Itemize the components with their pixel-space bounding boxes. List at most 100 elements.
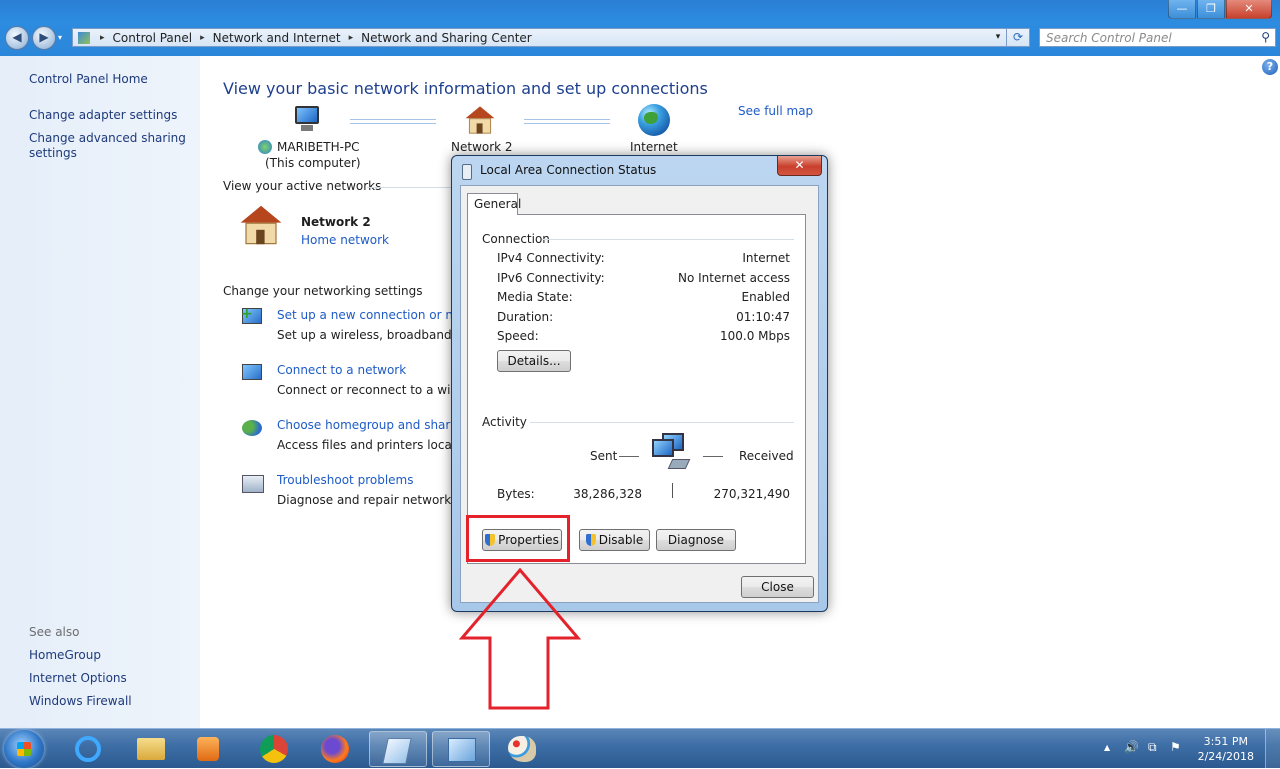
- homegroup-link[interactable]: HomeGroup: [29, 648, 101, 663]
- close-button[interactable]: Close: [741, 576, 814, 598]
- tab-general[interactable]: General: [467, 193, 521, 215]
- internet-options-link[interactable]: Internet Options: [29, 671, 127, 686]
- general-tab-panel: Connection IPv4 Connectivity: Internet I…: [467, 214, 806, 564]
- breadcrumb-separator[interactable]: ▸: [345, 33, 358, 43]
- internet-map-label: Internet: [630, 140, 678, 154]
- homegroup-sharing-link[interactable]: Choose homegroup and sharing: [277, 418, 469, 432]
- ipv6-label: IPv6 Connectivity:: [497, 271, 605, 285]
- close-window-button[interactable]: ✕: [1226, 0, 1272, 19]
- dialog-close-icon[interactable]: ✕: [777, 156, 822, 176]
- ipv4-label: IPv4 Connectivity:: [497, 251, 605, 265]
- speed-label: Speed:: [497, 329, 539, 343]
- ipv6-value: No Internet access: [677, 271, 790, 285]
- computer-name: MARIBETH-PC: [277, 140, 360, 154]
- change-settings-heading: Change your networking settings: [223, 284, 423, 298]
- disable-button[interactable]: Disable: [579, 529, 650, 551]
- ipv4-value: Internet: [742, 251, 790, 265]
- see-full-map-link[interactable]: See full map: [738, 104, 813, 118]
- network-tray-icon[interactable]: ⧉: [1148, 740, 1157, 755]
- media-state-value: Enabled: [741, 290, 791, 304]
- show-hidden-icons-icon[interactable]: ▲: [1104, 743, 1110, 752]
- system-tray: ▲ 🔊 ⧉ ⚑ 3:51 PM 2/24/2018: [1098, 729, 1280, 769]
- address-bar[interactable]: ▸ Control Panel ▸ Network and Internet ▸…: [72, 28, 1030, 47]
- connect-to-network-link[interactable]: Connect to a network: [277, 363, 406, 377]
- breadcrumb-network-and-sharing-center[interactable]: Network and Sharing Center: [357, 31, 536, 45]
- troubleshoot-desc: Diagnose and repair network prol: [277, 493, 478, 507]
- taskbar-file-explorer[interactable]: [122, 731, 180, 767]
- troubleshoot-icon: [242, 475, 264, 493]
- recent-pages-chevron-icon[interactable]: ▾: [58, 33, 62, 42]
- start-button[interactable]: [4, 730, 44, 768]
- volume-icon[interactable]: 🔊: [1124, 740, 1139, 754]
- search-input[interactable]: Search Control Panel ⚲: [1039, 28, 1276, 47]
- homegroup-icon: [242, 420, 262, 436]
- duration-label: Duration:: [497, 310, 554, 324]
- windows-logo-icon: [17, 742, 31, 756]
- active-networks-heading: View your active networks: [223, 179, 382, 193]
- maximize-button[interactable]: ❐: [1197, 0, 1225, 19]
- uac-shield-icon: [585, 534, 596, 546]
- window-titlebar: — ❐ ✕ ◀ ▶ ▾ ▸ Control Panel ▸ Network an…: [0, 0, 1280, 56]
- forward-button[interactable]: ▶: [32, 26, 56, 50]
- taskbar-notepad[interactable]: [369, 731, 427, 767]
- internet-explorer-icon: [75, 736, 101, 762]
- change-advanced-sharing-link-line2[interactable]: settings: [29, 146, 77, 161]
- activity-group-label: Activity: [482, 415, 527, 429]
- taskbar-firefox[interactable]: [306, 731, 364, 767]
- connect-network-icon: [242, 364, 262, 380]
- computer-network-icon: [258, 140, 272, 154]
- troubleshoot-link[interactable]: Troubleshoot problems: [277, 473, 413, 487]
- duration-value: 01:10:47: [736, 310, 790, 324]
- control-panel-icon: [448, 738, 476, 762]
- bytes-label: Bytes:: [497, 487, 535, 501]
- breadcrumb-separator[interactable]: ▸: [196, 33, 209, 43]
- section-divider: [367, 187, 457, 188]
- highlight-box: [466, 515, 570, 562]
- group-divider: [530, 422, 794, 423]
- windows-firewall-link[interactable]: Windows Firewall: [29, 694, 132, 709]
- network-plug-icon: [462, 164, 472, 180]
- taskbar-control-panel[interactable]: [432, 731, 490, 767]
- breadcrumb-network-and-internet[interactable]: Network and Internet: [209, 31, 345, 45]
- left-navigation-pane: Control Panel Home Change adapter settin…: [0, 56, 200, 728]
- taskbar-paint[interactable]: [493, 731, 551, 767]
- dialog-title: Local Area Connection Status: [480, 163, 657, 177]
- sent-line: [619, 456, 639, 457]
- see-also-heading: See also: [29, 625, 80, 639]
- search-icon[interactable]: ⚲: [1261, 30, 1270, 44]
- taskbar-chrome[interactable]: [245, 731, 303, 767]
- map-connector-line: [350, 119, 436, 124]
- taskbar-media-player[interactable]: [182, 731, 240, 767]
- change-advanced-sharing-link[interactable]: Change advanced sharing: [29, 131, 186, 146]
- bytes-sent-value: 38,286,328: [573, 487, 642, 501]
- clock-time: 3:51 PM: [1203, 735, 1248, 748]
- setup-connection-link[interactable]: Set up a new connection or netw: [277, 308, 475, 322]
- breadcrumb-control-panel[interactable]: Control Panel: [109, 31, 197, 45]
- chrome-icon: [260, 735, 288, 763]
- back-button[interactable]: ◀: [5, 26, 29, 50]
- file-explorer-icon: [137, 738, 165, 760]
- map-connector-line: [524, 119, 610, 124]
- help-icon[interactable]: ?: [1262, 59, 1278, 75]
- active-network-name: Network 2: [301, 215, 371, 229]
- refresh-icon[interactable]: ⟳: [1006, 28, 1029, 47]
- this-computer-label: (This computer): [265, 156, 361, 170]
- diagnose-button[interactable]: Diagnose: [656, 529, 736, 551]
- minimize-button[interactable]: —: [1168, 0, 1196, 19]
- page-title: View your basic network information and …: [223, 79, 708, 98]
- change-adapter-settings-link[interactable]: Change adapter settings: [29, 108, 177, 123]
- action-center-flag-icon[interactable]: ⚑: [1170, 740, 1181, 754]
- computer-icon: [291, 106, 321, 134]
- network-house-icon: [465, 106, 495, 134]
- search-placeholder: Search Control Panel: [1046, 31, 1172, 45]
- home-network-icon: [240, 205, 282, 245]
- taskbar-internet-explorer[interactable]: [60, 731, 118, 767]
- home-network-link[interactable]: Home network: [301, 233, 389, 247]
- firefox-icon: [321, 735, 349, 763]
- show-desktop-button[interactable]: [1265, 729, 1280, 768]
- address-dropdown-icon[interactable]: ▾: [991, 29, 1005, 46]
- clock[interactable]: 3:51 PM 2/24/2018: [1198, 734, 1254, 764]
- control-panel-home-link[interactable]: Control Panel Home: [29, 72, 148, 87]
- details-button[interactable]: Details...: [497, 350, 571, 372]
- breadcrumb-separator[interactable]: ▸: [96, 33, 109, 43]
